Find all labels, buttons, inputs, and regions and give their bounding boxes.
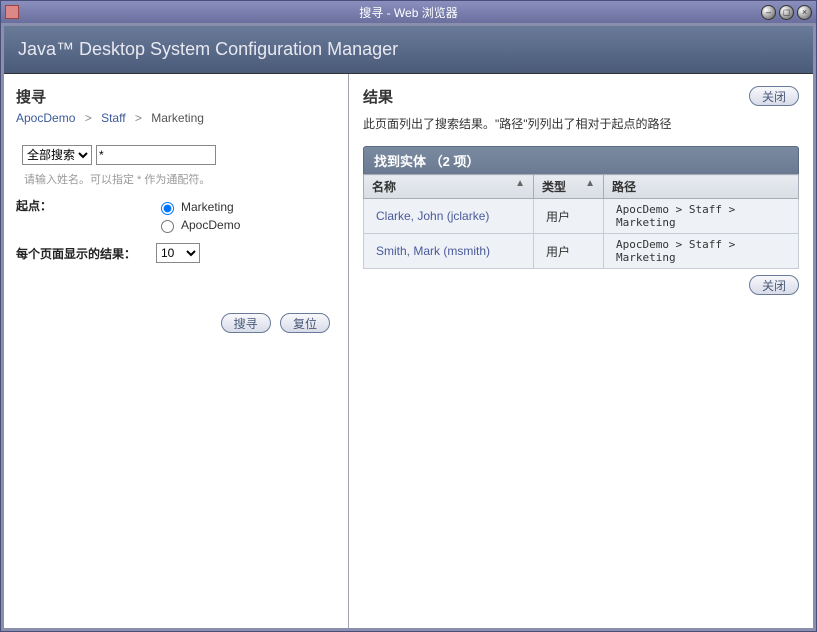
col-path-label: 路径 — [612, 180, 636, 194]
perpage-label: 每个页面显示的结果： — [16, 245, 156, 262]
results-panel-header: 找到实体 （2 项） — [363, 146, 799, 174]
banner-title: Java™ Desktop System Configuration Manag… — [4, 26, 813, 74]
window-controls: – ◻ × — [761, 5, 812, 20]
breadcrumb-current: Marketing — [151, 111, 204, 125]
sort-icon: ▲ — [515, 178, 525, 189]
start-radio-marketing-input[interactable] — [161, 202, 174, 215]
result-type: 用户 — [534, 234, 604, 269]
result-path: ApocDemo > Staff > Marketing — [604, 234, 799, 269]
window: 搜寻 - Web 浏览器 – ◻ × Java™ Desktop System … — [0, 0, 817, 632]
col-type-label: 类型 — [542, 180, 566, 194]
breadcrumb-sep: > — [135, 111, 142, 125]
scope-select[interactable]: 全部搜索 — [22, 145, 92, 165]
results-desc: 此页面列出了搜索结果。"路径"列列出了相对于起点的路径 — [363, 115, 799, 132]
col-name[interactable]: 名称 ▲ — [364, 175, 534, 199]
start-radio-apocdemo-label: ApocDemo — [181, 218, 240, 232]
titlebar[interactable]: 搜寻 - Web 浏览器 – ◻ × — [1, 1, 816, 23]
search-panel: 搜寻 ApocDemo > Staff > Marketing 全部搜索 请输入… — [4, 74, 349, 628]
table-row: Smith, Mark (msmith) 用户 ApocDemo > Staff… — [364, 234, 799, 269]
col-path[interactable]: 路径 — [604, 175, 799, 199]
start-radio-marketing-label: Marketing — [181, 200, 234, 214]
close-window-button[interactable]: × — [797, 5, 812, 20]
sort-icon: ▲ — [585, 178, 595, 189]
col-type[interactable]: 类型 ▲ — [534, 175, 604, 199]
breadcrumb: ApocDemo > Staff > Marketing — [16, 111, 336, 125]
start-label: 起点： — [16, 197, 156, 214]
result-type: 用户 — [534, 199, 604, 234]
result-name-link[interactable]: Clarke, John (jclarke) — [376, 209, 489, 223]
search-heading: 搜寻 — [16, 86, 336, 107]
maximize-button[interactable]: ◻ — [779, 5, 794, 20]
start-radio-apocdemo[interactable]: ApocDemo — [156, 217, 240, 233]
start-radio-marketing[interactable]: Marketing — [156, 199, 240, 215]
window-title: 搜寻 - Web 浏览器 — [1, 4, 816, 21]
table-row: Clarke, John (jclarke) 用户 ApocDemo > Sta… — [364, 199, 799, 234]
reset-button[interactable]: 复位 — [280, 313, 330, 333]
app-icon — [5, 5, 19, 19]
start-radio-group: Marketing ApocDemo — [156, 197, 240, 235]
result-path: ApocDemo > Staff > Marketing — [604, 199, 799, 234]
results-panel: 结果 关闭 此页面列出了搜索结果。"路径"列列出了相对于起点的路径 找到实体 （… — [349, 74, 813, 628]
col-name-label: 名称 — [372, 180, 396, 194]
minimize-button[interactable]: – — [761, 5, 776, 20]
breadcrumb-link-0[interactable]: ApocDemo — [16, 111, 75, 125]
close-button-top[interactable]: 关闭 — [749, 86, 799, 106]
content: 搜寻 ApocDemo > Staff > Marketing 全部搜索 请输入… — [4, 74, 813, 628]
start-radio-apocdemo-input[interactable] — [161, 220, 174, 233]
page: Java™ Desktop System Configuration Manag… — [4, 26, 813, 628]
perpage-select[interactable]: 10 — [156, 243, 200, 263]
breadcrumb-link-1[interactable]: Staff — [101, 111, 125, 125]
close-button-bottom[interactable]: 关闭 — [749, 275, 799, 295]
search-buttons: 搜寻 复位 — [16, 313, 336, 333]
breadcrumb-sep: > — [85, 111, 92, 125]
results-table: 名称 ▲ 类型 ▲ 路径 — [363, 174, 799, 269]
search-button[interactable]: 搜寻 — [221, 313, 271, 333]
result-name-link[interactable]: Smith, Mark (msmith) — [376, 244, 490, 258]
search-hint: 请输入姓名。可以指定 * 作为通配符。 — [24, 171, 336, 187]
search-input[interactable] — [96, 145, 216, 165]
results-heading: 结果 — [363, 86, 743, 107]
